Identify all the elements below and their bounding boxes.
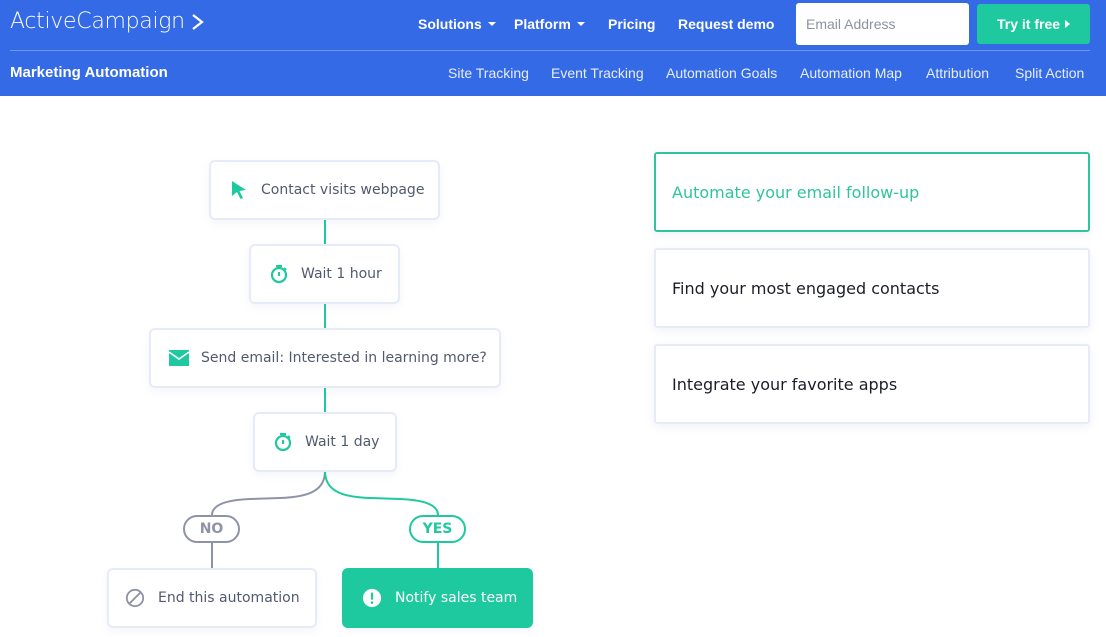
feature-card-label: Integrate your favorite apps <box>672 374 898 394</box>
feature-card-integrate-apps[interactable]: Integrate your favorite apps <box>654 344 1090 424</box>
flow-step-trigger: Contact visits webpage <box>209 160 440 220</box>
flow-step-label: Wait 1 hour <box>301 266 382 282</box>
flow-action-label: End this automation <box>158 590 300 606</box>
try-it-free-label: Try it free <box>996 16 1061 32</box>
chevron-down-icon <box>576 22 585 26</box>
nav-platform-label: Platform <box>514 16 571 32</box>
connector-no-branch <box>211 470 326 516</box>
email-input[interactable] <box>796 3 969 45</box>
subnav-split-action[interactable]: Split Action <box>1015 65 1084 81</box>
logo-text: ActiveCampaign <box>10 9 185 34</box>
feature-card-label: Find your most engaged contacts <box>672 278 940 298</box>
nav-request-demo-label: Request demo <box>678 16 775 32</box>
flow-step-label: Send email: Interested in learning more? <box>201 350 487 366</box>
chevron-down-icon <box>487 22 496 26</box>
stopwatch-icon <box>269 264 289 284</box>
flow-step-label: Contact visits webpage <box>261 182 425 198</box>
site-header: ActiveCampaign Solutions Platform Pricin… <box>0 0 1106 96</box>
nav-request-demo[interactable]: Request demo <box>678 16 774 32</box>
flow-action-end: End this automation <box>107 568 317 628</box>
logo[interactable]: ActiveCampaign <box>10 9 205 34</box>
nav-pricing[interactable]: Pricing <box>608 16 655 32</box>
flow-action-label: Notify sales team <box>395 590 518 606</box>
cursor-icon <box>229 180 249 200</box>
flow-step-wait-day: Wait 1 day <box>253 412 397 472</box>
subnav-event-tracking[interactable]: Event Tracking <box>551 65 644 81</box>
nav-solutions-label: Solutions <box>418 16 482 32</box>
connector-yes-branch <box>324 470 439 516</box>
subnav-automation-goals[interactable]: Automation Goals <box>666 65 777 81</box>
flow-step-send-email: Send email: Interested in learning more? <box>149 328 501 388</box>
prohibited-icon <box>125 588 145 608</box>
subnav-automation-map[interactable]: Automation Map <box>800 65 902 81</box>
flow-action-notify: Notify sales team <box>342 568 533 628</box>
branch-yes-badge: YES <box>409 515 466 543</box>
branch-no-badge: NO <box>183 515 240 543</box>
subnav-site-tracking[interactable]: Site Tracking <box>448 65 529 81</box>
flow-step-label: Wait 1 day <box>305 434 380 450</box>
feature-card-label: Automate your email follow-up <box>672 182 920 202</box>
envelope-icon <box>169 348 189 368</box>
try-it-free-button[interactable]: Try it free <box>977 4 1090 44</box>
stopwatch-icon <box>273 432 293 452</box>
subnav-attribution[interactable]: Attribution <box>926 65 989 81</box>
exclamation-icon <box>362 588 382 608</box>
header-divider <box>10 50 1090 51</box>
section-title[interactable]: Marketing Automation <box>10 64 168 81</box>
nav-platform[interactable]: Platform <box>514 16 585 32</box>
feature-card-email-follow-up[interactable]: Automate your email follow-up <box>654 152 1090 232</box>
flow-step-wait-hour: Wait 1 hour <box>249 244 400 304</box>
feature-card-engaged-contacts[interactable]: Find your most engaged contacts <box>654 248 1090 328</box>
nav-solutions[interactable]: Solutions <box>418 16 496 32</box>
play-icon <box>1065 20 1071 28</box>
nav-pricing-label: Pricing <box>608 16 656 32</box>
logo-chevron-icon <box>192 13 204 30</box>
